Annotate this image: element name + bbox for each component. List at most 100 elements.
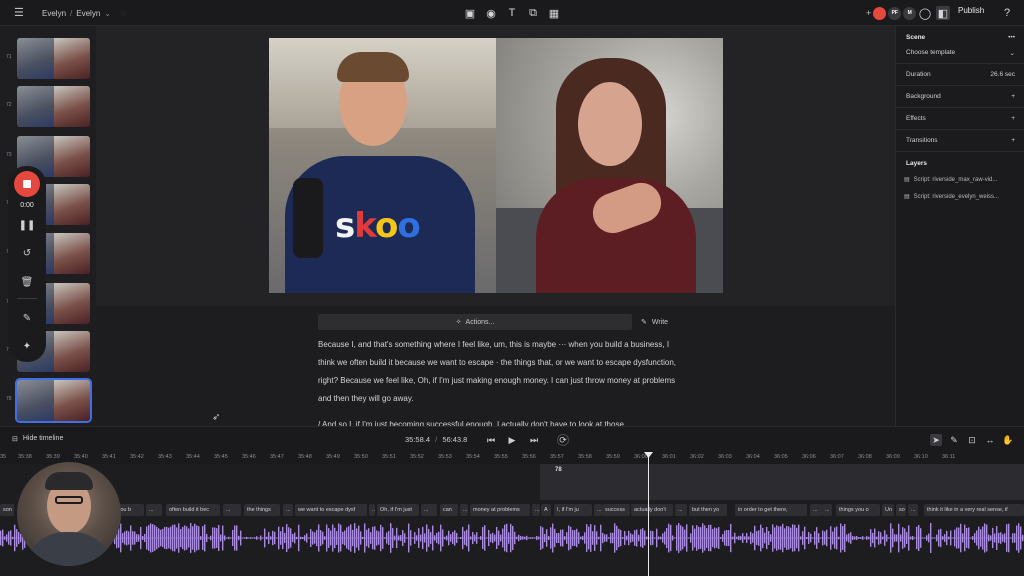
word-chip[interactable]: ... <box>810 504 822 516</box>
hide-timeline-button[interactable]: ⊟ Hide timeline <box>12 435 63 443</box>
word-chip[interactable]: ... <box>908 504 918 516</box>
word-chip[interactable]: actually don't <box>631 504 673 516</box>
recording-time: 0:00 <box>20 202 34 209</box>
timeline-ruler[interactable]: 35 35:38 35:39 35:40 35:41 35:42 35:43 3… <box>0 452 1024 464</box>
word-chip[interactable]: ... <box>369 504 375 516</box>
word-chip[interactable]: we want to escape dysf <box>295 504 367 516</box>
add-icon[interactable]: + <box>1011 115 1015 122</box>
word-chip[interactable]: but then yo <box>689 504 727 516</box>
skip-back-icon[interactable]: ⏮ <box>485 434 497 446</box>
menu-icon[interactable]: ☰ <box>14 0 24 26</box>
word-chip[interactable]: A <box>541 504 551 516</box>
skip-forward-icon[interactable]: ⏭ <box>528 434 540 446</box>
scene-thumbnail-active[interactable] <box>15 378 92 423</box>
more-icon[interactable]: ••• <box>1008 34 1015 41</box>
write-button[interactable]: ✎ Write <box>641 314 668 330</box>
word-chip[interactable]: Oh, if I'm just <box>377 504 419 516</box>
ruler-tick: 36:00 <box>634 454 648 460</box>
word-chip[interactable]: so <box>896 504 906 516</box>
chevron-down-icon[interactable]: ⌄ <box>104 9 111 18</box>
word-track[interactable]: son n you b ... often build it bec ... t… <box>0 504 1024 517</box>
ruler-tick: 35 <box>0 454 7 460</box>
avatar: PF <box>888 6 902 20</box>
add-collaborator-icon[interactable]: + <box>866 8 871 18</box>
ruler-tick: 35:39 <box>46 454 60 460</box>
add-icon[interactable]: + <box>1011 137 1015 144</box>
breadcrumb-project[interactable]: Evelyn <box>42 9 66 18</box>
hand-tool-icon[interactable]: ✋ <box>1002 434 1014 446</box>
magic-icon[interactable]: ✦ <box>19 338 35 354</box>
word-chip[interactable]: Un <box>882 504 894 516</box>
expand-icon[interactable]: ↔ <box>984 434 996 446</box>
actions-button[interactable]: ✧ Actions... <box>318 314 632 330</box>
word-chip[interactable]: ... <box>223 504 241 516</box>
comment-icon[interactable]: ◯ <box>918 6 932 20</box>
help-icon[interactable]: ? <box>1000 6 1014 20</box>
word-chip[interactable]: ... <box>421 504 437 516</box>
word-chip[interactable]: I, if I'm ju <box>554 504 592 516</box>
choose-template-dropdown[interactable]: Choose template ⌄ <box>896 42 1024 64</box>
record-add-icon[interactable]: ▣ <box>463 6 477 20</box>
word-chip[interactable]: in order to get there, <box>735 504 807 516</box>
grid-icon[interactable]: ▦ <box>547 6 561 20</box>
collaborators[interactable]: + PF M <box>866 0 917 26</box>
transitions-row[interactable]: Transitions + <box>896 130 1024 152</box>
word-chip[interactable]: ... <box>675 504 687 516</box>
background-row[interactable]: Background + <box>896 86 1024 108</box>
word-chip[interactable]: ... <box>460 504 468 516</box>
panel-toggle-icon[interactable]: ◧ <box>936 6 950 20</box>
transcript-paragraph[interactable]: Because I, and that's something where I … <box>318 336 678 408</box>
ruler-tick: 35:50 <box>354 454 368 460</box>
breadcrumb-file[interactable]: Evelyn <box>76 9 100 18</box>
clip-number: 78 <box>555 467 562 473</box>
word-chip[interactable]: think it like in a very real sense, if <box>924 504 1024 516</box>
word-chip[interactable]: often build it bec <box>166 504 220 516</box>
layer-item[interactable]: ▤ Script: riverside_max_raw-vid... <box>904 176 1024 184</box>
mouse-cursor-icon: ➶ <box>212 412 221 423</box>
publish-button[interactable]: Publish <box>958 6 984 15</box>
scene-thumbnail[interactable] <box>17 38 90 79</box>
duration-value[interactable]: 26.6 sec <box>990 71 1015 78</box>
sync-status-icon: ◌ <box>120 8 126 18</box>
trash-icon[interactable]: 🗑 <box>19 274 35 290</box>
ruler-tick: 35:58 <box>578 454 592 460</box>
play-icon[interactable]: ▶ <box>506 434 518 446</box>
audio-waveform[interactable] <box>0 518 1024 558</box>
camera-left: skoo <box>269 38 496 293</box>
word-chip[interactable]: ... <box>146 504 162 516</box>
undo-icon[interactable]: ↺ <box>19 245 35 261</box>
word-chip[interactable]: son <box>0 504 14 516</box>
pause-icon[interactable]: ❚❚ <box>19 217 36 233</box>
video-preview[interactable]: skoo <box>269 38 723 293</box>
layer-item[interactable]: ▤ Script: riverside_evelyn_weiss... <box>904 193 1024 201</box>
pen-icon[interactable]: ✎ <box>19 310 35 326</box>
timeline-tracks[interactable]: 78 son n you b ... often build it bec ..… <box>0 464 1024 576</box>
word-chip[interactable]: success <box>602 504 630 516</box>
pencil-tool-icon[interactable]: ✎ <box>948 434 960 446</box>
playhead[interactable] <box>648 452 649 576</box>
word-chip[interactable]: the things <box>244 504 280 516</box>
word-chip[interactable]: can <box>440 504 458 516</box>
word-chip[interactable]: ... <box>283 504 293 516</box>
word-chip[interactable]: ... <box>532 504 540 516</box>
crop-tool-icon[interactable]: ⊡ <box>966 434 978 446</box>
shapes-icon[interactable]: ⧉ <box>526 6 540 20</box>
word-chip[interactable]: things you o <box>836 504 880 516</box>
select-tool-icon[interactable]: ➤ <box>930 434 942 446</box>
stop-recording-button[interactable] <box>14 171 40 197</box>
scene-thumbnail[interactable] <box>17 86 90 127</box>
loop-icon[interactable]: ⟳ <box>557 434 569 446</box>
scene-clip[interactable] <box>540 464 1024 500</box>
ruler-tick: 35:49 <box>326 454 340 460</box>
effects-row[interactable]: Effects + <box>896 108 1024 130</box>
ruler-tick: 35:55 <box>494 454 508 460</box>
word-chip[interactable]: money at problems <box>470 504 530 516</box>
add-icon[interactable]: + <box>1011 93 1015 100</box>
brand-logo: skoo <box>335 206 421 246</box>
script-layer-icon: ▤ <box>904 194 910 200</box>
word-chip[interactable]: ... <box>822 504 832 516</box>
record-icon[interactable]: ◉ <box>484 6 498 20</box>
text-tool-icon[interactable]: T <box>505 6 519 20</box>
duration-row[interactable]: Duration 26.6 sec <box>896 64 1024 86</box>
word-chip[interactable]: ... <box>594 504 602 516</box>
